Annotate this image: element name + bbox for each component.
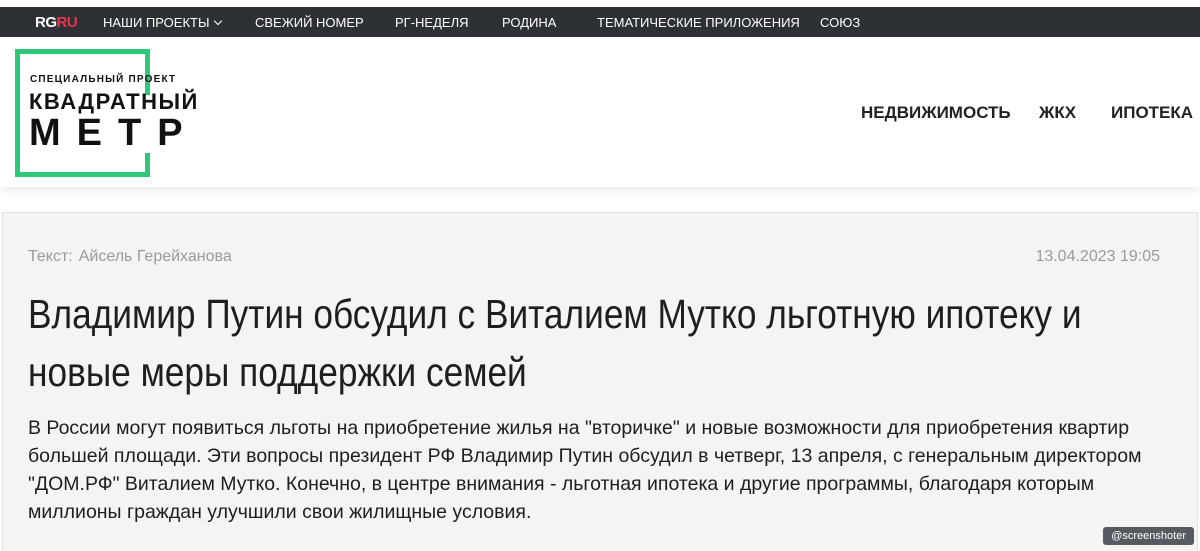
topnav-our-projects[interactable]: НАШИ ПРОЕКТЫ	[103, 15, 223, 30]
topnav-rg-week[interactable]: РГ-НЕДЕЛЯ	[395, 15, 469, 30]
nav-mortgage[interactable]: ИПОТЕКА	[1111, 103, 1193, 123]
article-byline: Текст: Айсель Герейханова	[28, 248, 232, 266]
top-nav: НАШИ ПРОЕКТЫ СВЕЖИЙ НОМЕР РГ-НЕДЕЛЯ РОДИ…	[0, 7, 1200, 37]
article-title: Владимир Путин обсудил с Виталием Мутко …	[28, 291, 1082, 395]
chevron-down-icon	[214, 16, 223, 26]
author-link[interactable]: Айсель Герейханова	[79, 248, 232, 265]
topnav-thematic-supplements[interactable]: ТЕМАТИЧЕСКИЕ ПРИЛОЖЕНИЯ	[597, 15, 800, 30]
byline-label: Текст:	[28, 248, 73, 265]
topnav-fresh-issue[interactable]: СВЕЖИЙ НОМЕР	[255, 15, 364, 30]
logo-frame-right-bottom	[145, 153, 150, 177]
logo-title-line2: МЕТР	[29, 112, 199, 154]
top-bar: RGRU НАШИ ПРОЕКТЫ СВЕЖИЙ НОМЕР РГ-НЕДЕЛЯ…	[0, 7, 1200, 37]
topnav-soyuz[interactable]: СОЮЗ	[820, 15, 860, 30]
topnav-rodina[interactable]: РОДИНА	[502, 15, 556, 30]
nav-real-estate[interactable]: НЕДВИЖИМОСТЬ	[861, 103, 1011, 123]
logo-subtitle: СПЕЦИАЛЬНЫЙ ПРОЕКТ	[30, 74, 177, 85]
nav-housing-utilities[interactable]: ЖКХ	[1039, 103, 1076, 123]
screenshoter-watermark: @screenshoter	[1103, 527, 1194, 545]
article-lead: В России могут появиться льготы на приоб…	[28, 417, 1142, 523]
article-date: 13.04.2023 19:05	[1035, 248, 1160, 265]
